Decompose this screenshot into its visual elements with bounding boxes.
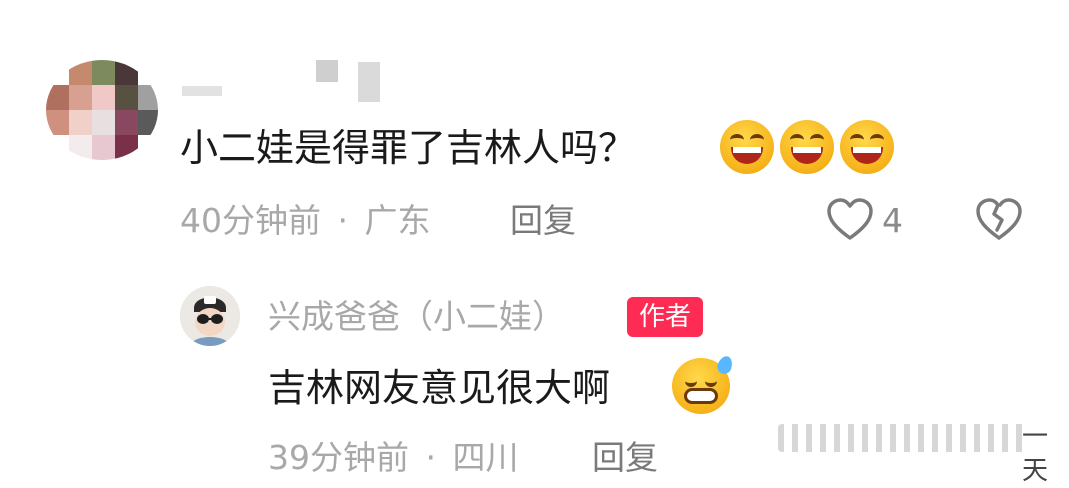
reply-time: 39分钟前	[268, 438, 409, 477]
like-count: 4	[882, 201, 903, 240]
author-badge: 作者	[627, 297, 704, 337]
laughing-face-icon	[780, 120, 834, 174]
laughing-face-icon	[840, 120, 894, 174]
reply-button[interactable]: 回复	[510, 197, 576, 245]
commenter-avatar[interactable]	[46, 60, 158, 160]
watermark-text: 一天	[1022, 422, 1049, 486]
author-avatar[interactable]	[180, 286, 240, 346]
child-avatar-icon	[180, 286, 240, 346]
reply-text: 吉林网友意见很大啊	[268, 366, 611, 410]
comment-meta: 40分钟前 · 广东	[180, 197, 431, 245]
watermark-bar	[778, 424, 1028, 452]
reply-to-reply-button[interactable]: 回复	[592, 434, 658, 482]
heart-icon[interactable]	[826, 198, 874, 242]
comment-text: 小二娃是得罪了吉林人吗？	[180, 126, 637, 170]
meta-separator: ·	[337, 201, 349, 240]
broken-heart-icon[interactable]	[974, 198, 1024, 242]
reply-meta: 39分钟前 · 四川	[268, 434, 519, 482]
comment-location: 广东	[364, 201, 431, 240]
commenter-name-redacted	[178, 58, 388, 106]
laughing-face-icon	[720, 120, 774, 174]
comment-time: 40分钟前	[180, 201, 321, 240]
grinning-sweat-icon	[672, 354, 735, 414]
meta-separator: ·	[425, 438, 437, 477]
reply-location: 四川	[452, 438, 519, 477]
author-name[interactable]: 兴成爸爸（小二娃）	[268, 292, 565, 342]
